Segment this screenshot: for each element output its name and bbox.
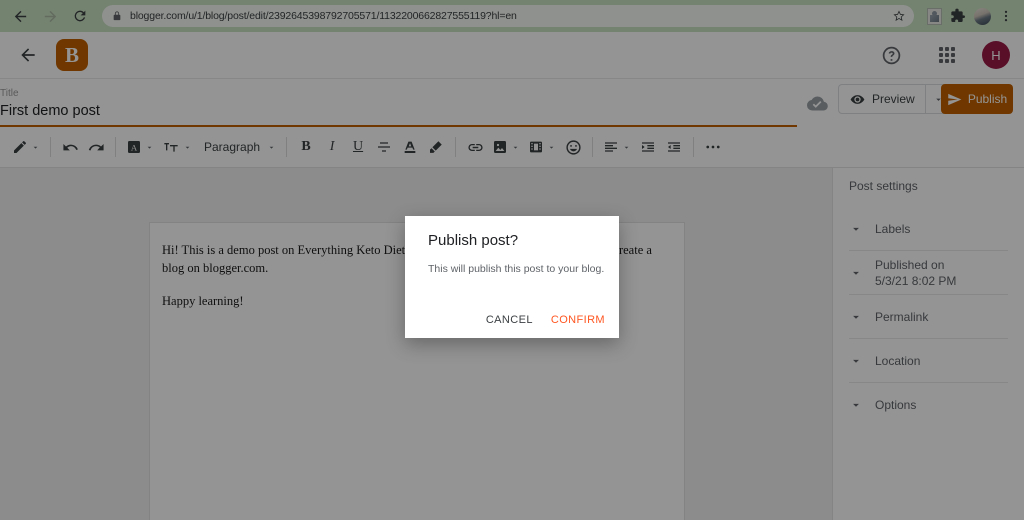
dialog-body-text: This will publish this post to your blog… bbox=[428, 263, 605, 275]
confirm-button[interactable]: CONFIRM bbox=[551, 314, 605, 326]
dialog-actions: CANCEL CONFIRM bbox=[486, 314, 605, 326]
cancel-button[interactable]: CANCEL bbox=[486, 314, 533, 326]
dialog-title: Publish post? bbox=[428, 232, 519, 249]
publish-confirm-dialog: Publish post? This will publish this pos… bbox=[405, 216, 619, 338]
